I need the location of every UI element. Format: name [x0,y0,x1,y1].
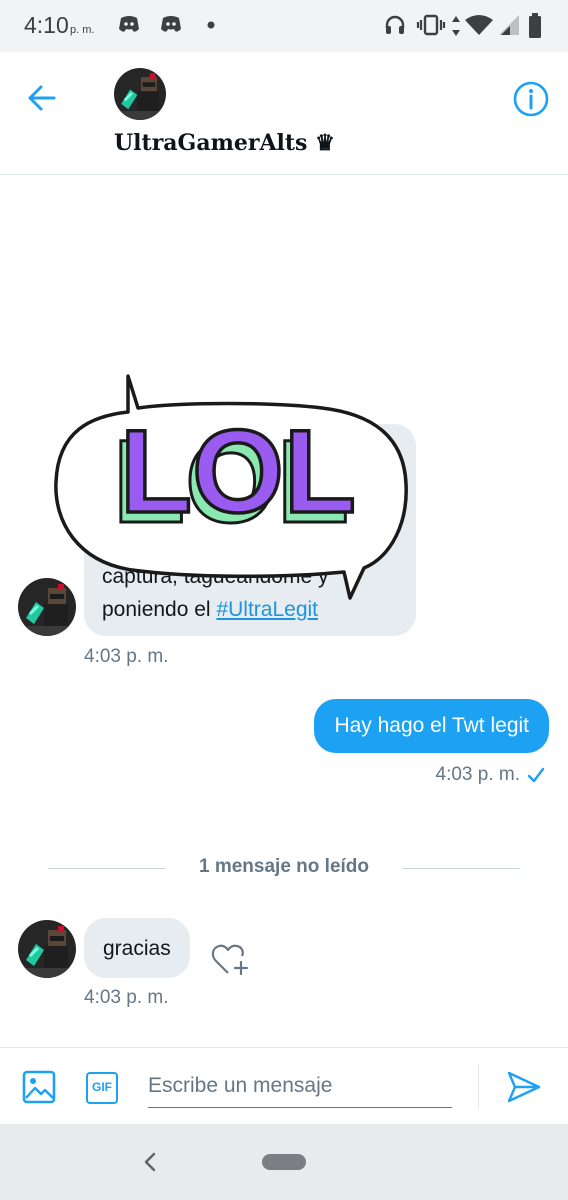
gif-label: GIF [92,1080,112,1094]
heart-plus-icon[interactable] [210,942,250,978]
conversation-title[interactable]: UltraGamerAlts ♛ [114,130,335,156]
conversation-header: UltraGamerAlts ♛ [0,52,568,175]
wifi-icon [465,15,493,35]
send-icon [507,1071,541,1103]
svg-text:LOL: LOL [120,406,356,538]
data-arrows-icon [452,16,460,36]
avatar[interactable] [18,578,76,636]
status-time: 4:10 [24,12,69,38]
unread-divider: 1 mensaje no leído [0,852,568,886]
message-timestamp: 4:03 p. m. [84,646,169,667]
avatar[interactable] [114,68,166,120]
avatar[interactable] [18,920,76,978]
back-button[interactable] [22,78,66,118]
lol-sticker: LOL LOL [54,374,408,600]
lol-sticker-text: LOL LOL [112,404,358,549]
message-bubble-outgoing[interactable]: Hay hago el Twt legit [314,699,549,753]
check-icon [527,767,545,783]
info-button[interactable] [512,80,550,118]
add-photo-button[interactable] [22,1070,56,1104]
image-icon [22,1070,56,1104]
unread-label: 1 mensaje no leído [199,856,369,877]
message-input[interactable] [148,1064,452,1108]
status-time-suffix: p. m. [70,24,95,36]
battery-icon [529,13,541,38]
composer-divider [478,1064,479,1108]
message-timestamp: 4:03 p. m. [435,764,521,785]
system-nav-bar [0,1124,568,1200]
nav-back-button[interactable] [140,1148,160,1176]
message-text: Hay hago el Twt legit [334,714,529,737]
discord-icon [119,16,139,32]
message-text: gracias [103,937,171,960]
nav-home-button[interactable] [262,1154,306,1170]
status-bar: 4:10 p. m. [0,0,568,52]
info-icon [513,81,549,117]
notification-dot-icon [207,21,215,29]
send-button[interactable] [506,1070,542,1104]
arrow-left-icon [28,85,56,111]
signal-icon [499,15,519,35]
vibrate-icon [416,14,446,36]
message-composer: GIF [0,1047,568,1124]
gif-button[interactable]: GIF [86,1072,118,1104]
discord-icon [161,16,181,32]
message-timestamp: 4:03 p. m. [84,987,169,1008]
message-bubble-incoming[interactable]: gracias [84,918,190,978]
headphones-icon [385,15,405,34]
